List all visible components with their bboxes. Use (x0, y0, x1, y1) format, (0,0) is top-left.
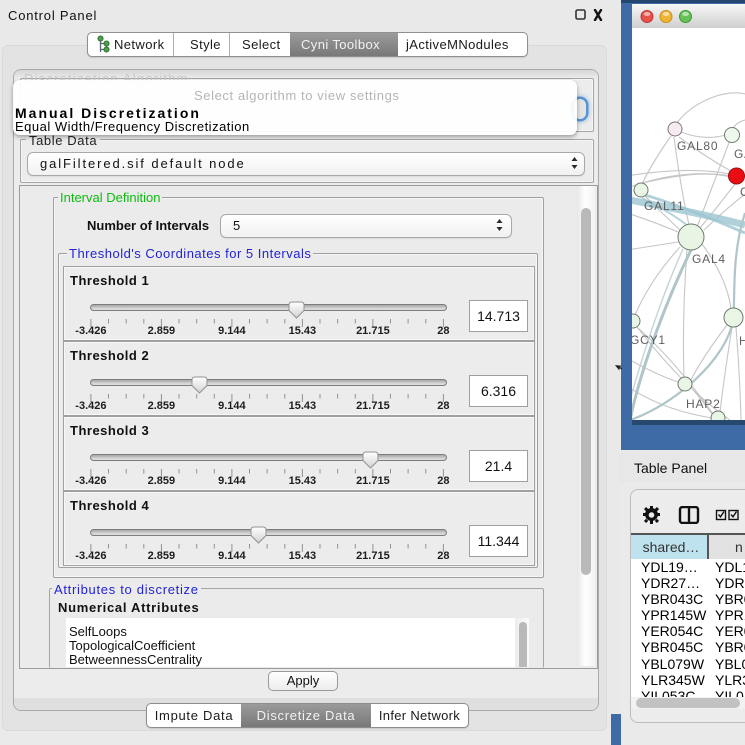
svg-text:C: C (740, 185, 745, 199)
svg-text:GAL80: GAL80 (677, 139, 718, 153)
svg-text:H: H (739, 334, 745, 348)
svg-text:GAL4: GAL4 (692, 252, 726, 266)
svg-text:HAP2: HAP2 (686, 397, 721, 411)
svg-text:GA: GA (734, 147, 745, 161)
svg-text:GCY1: GCY1 (632, 333, 666, 347)
svg-text:GAL11: GAL11 (644, 199, 684, 213)
